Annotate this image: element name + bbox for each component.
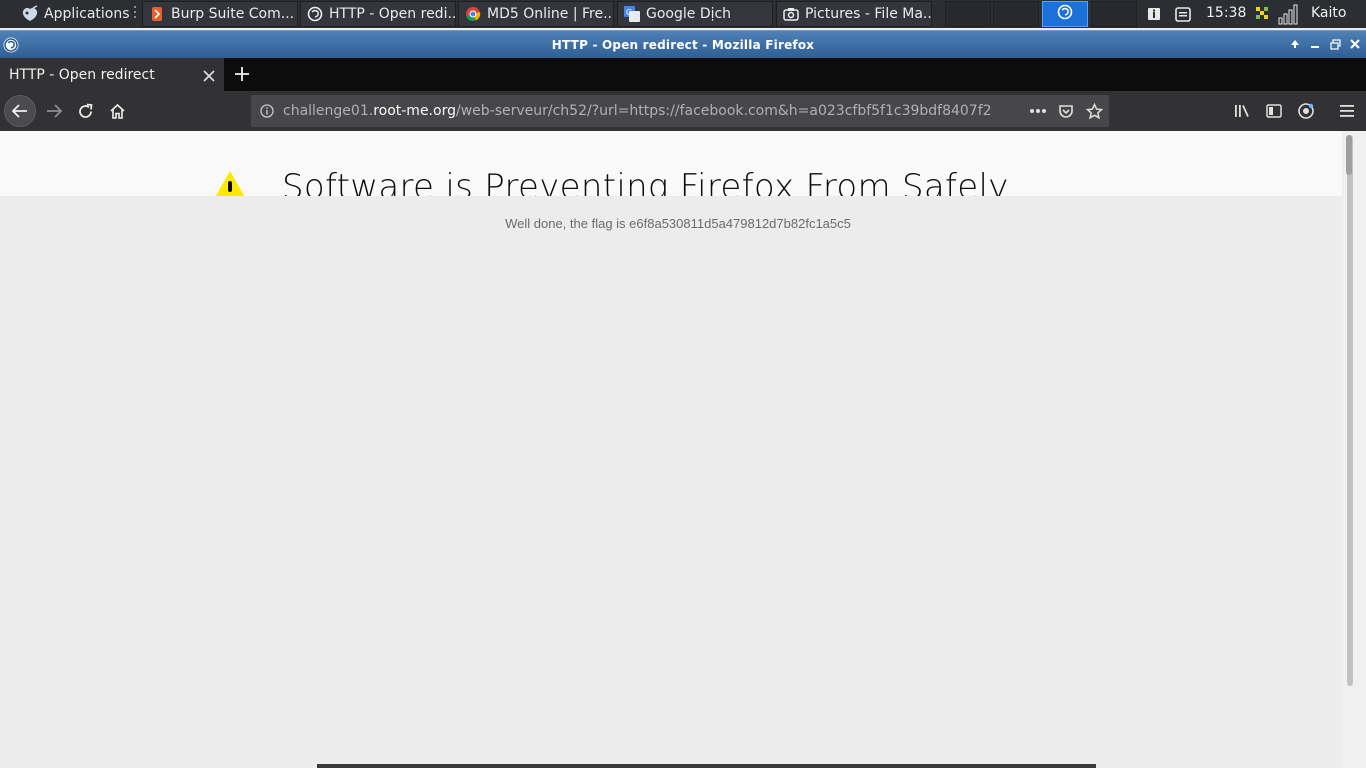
task-google-translate[interactable]: G Google Dịch [617,1,773,27]
applications-label: Applications [44,6,130,22]
firefox-icon [307,6,323,22]
close-window-icon[interactable] [1348,37,1362,51]
task-chrome[interactable]: MD5 Online | Fre... [458,1,614,27]
top-panel: Applications Burp Suite Com... HTTP - Op… [0,0,1366,28]
home-icon [109,103,125,119]
google-translate-icon: G [624,6,640,22]
bottom-bar [317,764,1096,768]
camera-icon [783,6,799,22]
info-tray-icon[interactable] [1146,0,1162,28]
xfce-mouse-icon [20,4,40,24]
clock[interactable]: 15:38 [1206,5,1246,21]
url-text[interactable]: challenge01.root-me.org/web-serveur/ch52… [283,103,991,119]
reload-icon [78,103,92,118]
back-button[interactable] [4,95,36,127]
task-label: Burp Suite Com... [171,6,295,22]
bookmark-star-icon[interactable] [1082,99,1106,123]
tab-title: HTTP - Open redirect [9,66,155,83]
workspace-3-active[interactable] [1042,1,1088,27]
scrollbar-thumb[interactable] [1346,135,1352,175]
chrome-icon [465,6,481,22]
flag-message: Well done, the flag is e6f8a530811d5a479… [505,216,851,231]
task-label: Pictures - File Ma... [805,6,932,22]
window-titlebar[interactable]: HTTP - Open redirect - Mozilla Firefox [0,30,1366,58]
tab-open-redirect[interactable]: HTTP - Open redirect [0,58,224,91]
window-title: HTTP - Open redirect - Mozilla Firefox [551,38,815,52]
site-info-icon[interactable] [251,95,283,127]
panel-separator [134,6,137,22]
user-menu[interactable]: Kaito [1311,5,1346,21]
page-actions-icon[interactable] [1026,99,1050,123]
error-page-fragment: Software is Preventing Firefox From Safe… [0,131,1342,196]
navigation-toolbar: challenge01.root-me.org/web-serveur/ch52… [0,91,1366,131]
minimize-icon[interactable] [1308,37,1322,51]
task-label: HTTP - Open redi... [329,6,456,22]
workspace-4[interactable] [1091,1,1137,27]
task-file-manager[interactable]: Pictures - File Ma... [776,1,932,27]
task-burp-suite[interactable]: Burp Suite Com... [142,1,298,27]
url-domain: root-me.org [373,103,456,119]
reload-button[interactable] [69,95,101,127]
burp-icon [149,6,165,22]
warning-title: Software is Preventing Firefox From Safe… [282,167,1009,196]
url-bar[interactable]: challenge01.root-me.org/web-serveur/ch52… [251,95,1109,127]
restore-icon[interactable] [1328,37,1342,51]
pocket-icon[interactable] [1054,99,1078,123]
signal-bars-icon[interactable] [1277,0,1301,28]
back-arrow-icon [11,104,27,118]
task-label: MD5 Online | Fre... [487,6,614,22]
screen: Applications Burp Suite Com... HTTP - Op… [0,0,1366,768]
new-tab-button[interactable] [231,62,253,86]
workspace-1[interactable] [945,1,991,27]
vertical-scrollbar[interactable] [1342,131,1366,768]
home-button[interactable] [101,95,133,127]
page-content: Software is Preventing Firefox From Safe… [0,131,1342,768]
applications-menu[interactable]: Applications [20,0,130,28]
tab-bar: HTTP - Open redirect [0,58,1366,91]
clipboard-tray-icon[interactable] [1174,0,1192,28]
task-firefox[interactable]: HTTP - Open redi... [300,1,456,27]
scrollbar-track-thumb[interactable] [1347,135,1353,686]
library-icon[interactable] [1230,99,1254,123]
sidebar-icon[interactable] [1262,99,1286,123]
task-label: Google Dịch [646,6,732,22]
close-tab-icon[interactable] [203,66,215,86]
warning-icon [215,172,245,196]
network-tray-icon[interactable] [1255,0,1275,28]
hamburger-menu-icon[interactable] [1335,99,1359,123]
svg-text:G: G [626,8,632,17]
url-path: /web-serveur/ch52/?url=https://facebook.… [455,103,991,119]
extension-icon[interactable] [1294,99,1318,123]
firefox-icon [1057,4,1073,24]
forward-arrow-icon [47,104,63,118]
keep-above-icon[interactable] [1288,37,1302,51]
forward-button[interactable] [38,95,70,127]
url-prefix: challenge01. [283,103,374,119]
workspace-2[interactable] [993,1,1039,27]
